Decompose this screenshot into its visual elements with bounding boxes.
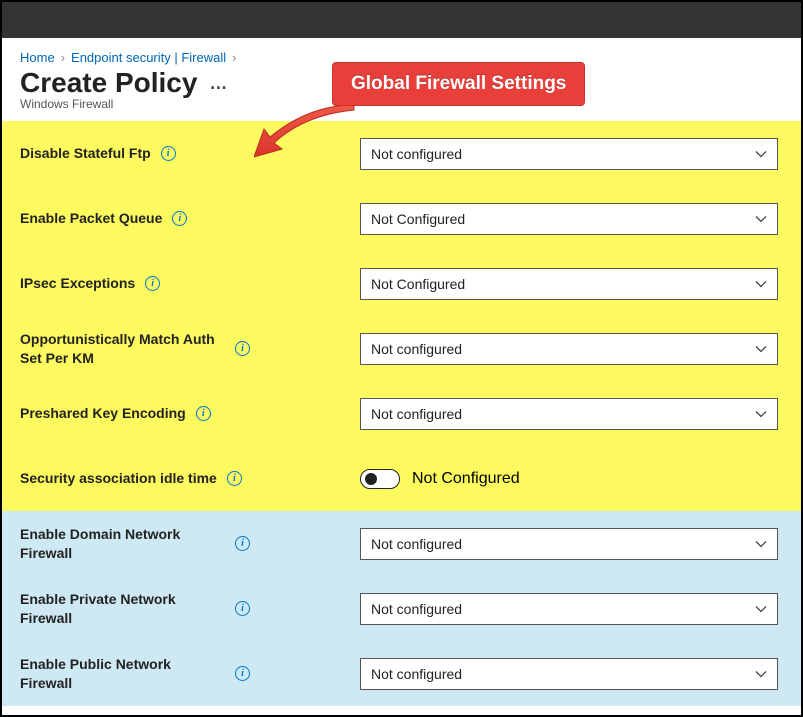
setting-dropdown[interactable]: Not configured: [360, 333, 778, 365]
dropdown-value: Not configured: [371, 146, 462, 162]
setting-dropdown[interactable]: Not configured: [360, 528, 778, 560]
info-icon[interactable]: i: [145, 276, 160, 291]
setting-label-text: Security association idle time: [20, 469, 217, 487]
toggle-value: Not Configured: [412, 470, 520, 488]
setting-control: Not Configured: [250, 469, 783, 489]
more-actions-button[interactable]: …: [209, 74, 228, 92]
setting-dropdown[interactable]: Not Configured: [360, 203, 778, 235]
setting-label-text: Enable Private Network Firewall: [20, 590, 225, 626]
setting-control: Not Configured: [250, 268, 783, 300]
info-icon[interactable]: i: [235, 341, 250, 356]
setting-row: Opportunistically Match Auth Set Per KM i…: [2, 316, 801, 381]
toggle-row: Not Configured: [360, 469, 783, 489]
breadcrumb-home[interactable]: Home: [20, 50, 55, 65]
page-content: Home › Endpoint security | Firewall › Cr…: [2, 38, 801, 706]
breadcrumb-endpoint-security[interactable]: Endpoint security | Firewall: [71, 50, 226, 65]
setting-dropdown[interactable]: Not configured: [360, 658, 778, 690]
setting-label-text: Enable Public Network Firewall: [20, 655, 225, 691]
setting-label-text: IPsec Exceptions: [20, 274, 135, 292]
dropdown-value: Not configured: [371, 406, 462, 422]
chevron-down-icon: [755, 213, 767, 225]
setting-row: Enable Domain Network Firewall i Not confi…: [2, 511, 801, 576]
info-icon[interactable]: i: [172, 211, 187, 226]
dropdown-value: Not Configured: [371, 211, 465, 227]
setting-toggle[interactable]: [360, 469, 400, 489]
chevron-down-icon: [755, 668, 767, 680]
page-title: Create Policy: [20, 67, 197, 99]
info-icon[interactable]: i: [161, 146, 176, 161]
chevron-right-icon: ›: [232, 50, 236, 65]
setting-label: Enable Packet Queue i: [20, 209, 250, 227]
setting-label: Security association idle time i: [20, 469, 250, 487]
chevron-down-icon: [755, 278, 767, 290]
dropdown-value: Not configured: [371, 601, 462, 617]
annotation-arrow: [254, 105, 364, 170]
setting-dropdown[interactable]: Not configured: [360, 138, 778, 170]
setting-label: Disable Stateful Ftp i: [20, 144, 250, 162]
dropdown-value: Not Configured: [371, 276, 465, 292]
setting-row: Enable Public Network Firewall i Not confi…: [2, 641, 801, 706]
network-firewall-section: Enable Domain Network Firewall i Not confi…: [2, 511, 801, 706]
dropdown-value: Not configured: [371, 536, 462, 552]
setting-dropdown[interactable]: Not configured: [360, 398, 778, 430]
info-icon[interactable]: i: [235, 536, 250, 551]
chevron-down-icon: [755, 148, 767, 160]
chevron-down-icon: [755, 603, 767, 615]
setting-label: Opportunistically Match Auth Set Per KM i: [20, 330, 250, 366]
chevron-down-icon: [755, 343, 767, 355]
global-settings-section: Disable Stateful Ftp i Not configured Enabl…: [2, 121, 801, 511]
setting-row: Enable Private Network Firewall i Not conf…: [2, 576, 801, 641]
setting-label-text: Enable Packet Queue: [20, 209, 162, 227]
setting-label-text: Preshared Key Encoding: [20, 404, 186, 422]
dropdown-value: Not configured: [371, 341, 462, 357]
setting-control: Not configured: [250, 593, 783, 625]
setting-row: Disable Stateful Ftp i Not configured: [2, 121, 801, 186]
setting-label: Enable Public Network Firewall i: [20, 655, 250, 691]
setting-label: Preshared Key Encoding i: [20, 404, 250, 422]
setting-control: Not configured: [250, 528, 783, 560]
setting-row: Security association idle time i Not Confi…: [2, 446, 801, 511]
setting-control: Not configured: [250, 658, 783, 690]
annotation-callout: Global Firewall Settings: [332, 62, 585, 106]
chevron-down-icon: [755, 538, 767, 550]
setting-row: IPsec Exceptions i Not Configured: [2, 251, 801, 316]
callout-label: Global Firewall Settings: [332, 62, 585, 106]
setting-dropdown[interactable]: Not configured: [360, 593, 778, 625]
dropdown-value: Not configured: [371, 666, 462, 682]
setting-control: Not configured: [250, 333, 783, 365]
chevron-down-icon: [755, 408, 767, 420]
chevron-right-icon: ›: [61, 50, 65, 65]
setting-control: Not Configured: [250, 203, 783, 235]
top-navbar: [2, 2, 801, 38]
setting-label: Enable Private Network Firewall i: [20, 590, 250, 626]
setting-row: Enable Packet Queue i Not Configured: [2, 186, 801, 251]
setting-dropdown[interactable]: Not Configured: [360, 268, 778, 300]
setting-label-text: Enable Domain Network Firewall: [20, 525, 225, 561]
setting-control: Not configured: [250, 398, 783, 430]
setting-label-text: Opportunistically Match Auth Set Per KM: [20, 330, 225, 366]
setting-label-text: Disable Stateful Ftp: [20, 144, 151, 162]
info-icon[interactable]: i: [227, 471, 242, 486]
info-icon[interactable]: i: [235, 666, 250, 681]
info-icon[interactable]: i: [196, 406, 211, 421]
setting-label: IPsec Exceptions i: [20, 274, 250, 292]
toggle-knob: [365, 473, 377, 485]
setting-row: Preshared Key Encoding i Not configured: [2, 381, 801, 446]
info-icon[interactable]: i: [235, 601, 250, 616]
setting-label: Enable Domain Network Firewall i: [20, 525, 250, 561]
